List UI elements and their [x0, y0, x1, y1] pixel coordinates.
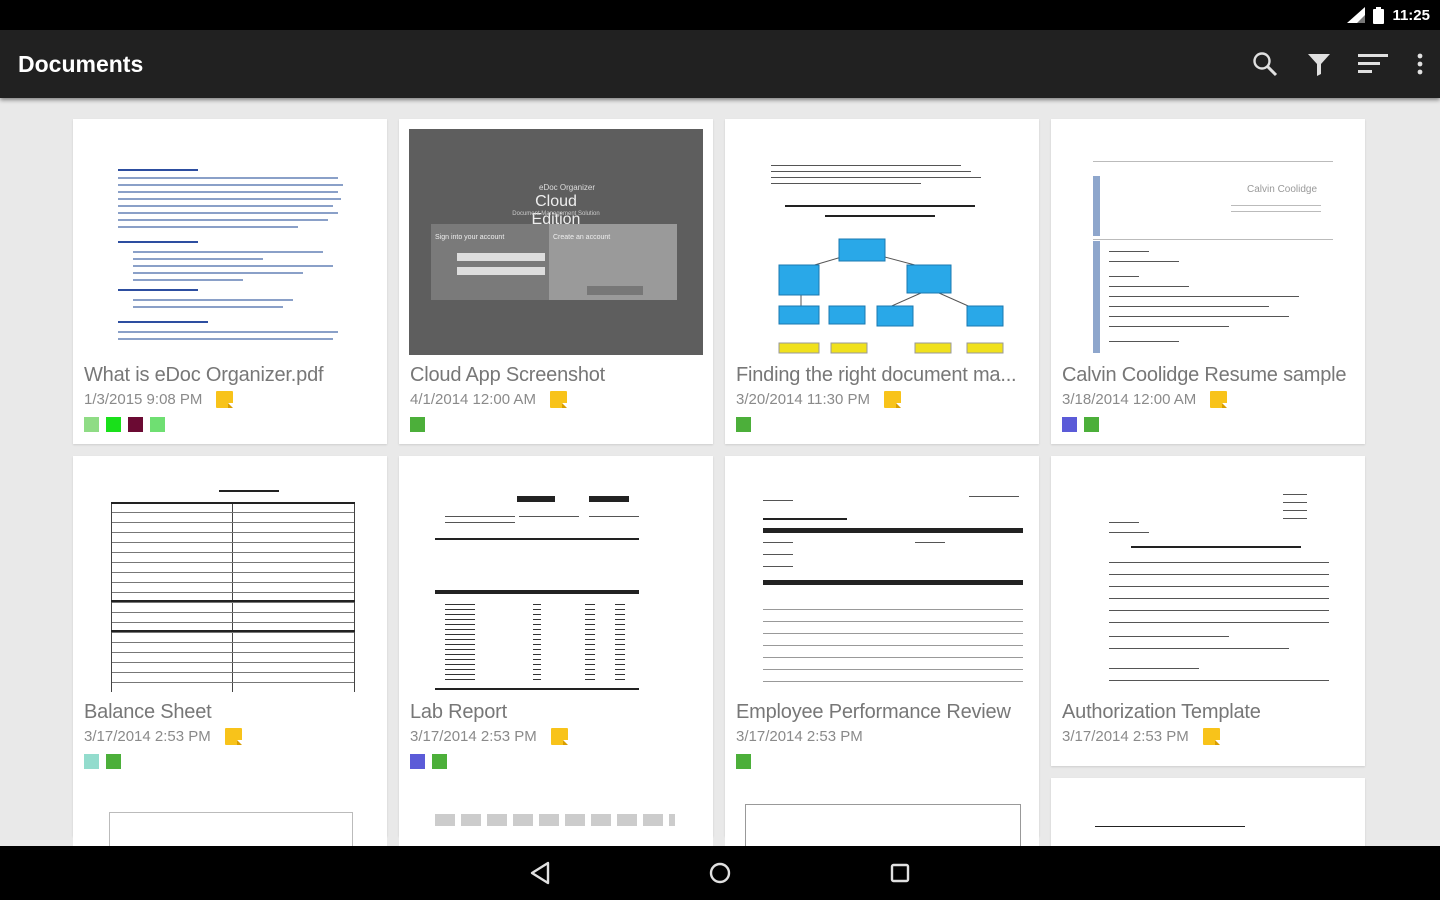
tag-swatch: [150, 417, 165, 432]
document-date: 3/20/2014 11:30 PM: [736, 391, 870, 408]
document-name: Authorization Template: [1062, 701, 1261, 723]
document-card[interactable]: Lab Report 3/17/2014 2:53 PM: [399, 456, 713, 836]
home-icon: [709, 862, 731, 884]
note-icon: [1210, 391, 1228, 408]
document-card-partial[interactable]: [399, 798, 713, 846]
signal-icon: [1347, 7, 1366, 23]
document-card[interactable]: Employee Performance Review 3/17/2014 2:…: [725, 456, 1039, 836]
document-card[interactable]: Finding the right document ma... 3/20/20…: [725, 119, 1039, 444]
document-thumbnail: Calvin Coolidge: [1061, 129, 1355, 355]
sort-icon: [1358, 54, 1388, 73]
page-title: Documents: [18, 50, 144, 77]
document-card-partial[interactable]: [73, 798, 387, 846]
document-thumbnail: [1061, 466, 1355, 692]
status-time: 11:25: [1392, 6, 1430, 24]
search-button[interactable]: [1238, 30, 1292, 98]
document-card[interactable]: Authorization Template 3/17/2014 2:53 PM: [1051, 456, 1365, 766]
tag-swatch: [736, 417, 751, 432]
document-card[interactable]: eDoc Organizer Cloud Edition Document Ma…: [399, 119, 713, 444]
tag-swatch: [432, 754, 447, 769]
status-bar: 11:25: [0, 0, 1440, 30]
back-icon: [530, 861, 550, 885]
document-date: 4/1/2014 12:00 AM: [410, 391, 536, 408]
tag-list: [84, 754, 121, 769]
note-icon: [224, 728, 242, 745]
overflow-menu-button[interactable]: [1400, 30, 1440, 98]
note-icon: [216, 391, 234, 408]
tag-swatch: [1062, 417, 1077, 432]
document-card-partial[interactable]: [1051, 778, 1365, 846]
document-date: 3/17/2014 2:53 PM: [410, 728, 537, 745]
note-icon: [1202, 728, 1220, 745]
tag-swatch: [1084, 417, 1099, 432]
document-thumbnail: [83, 466, 377, 692]
document-name: Calvin Coolidge Resume sample: [1062, 364, 1347, 386]
document-grid: What is eDoc Organizer.pdf 1/3/2015 9:08…: [0, 98, 1440, 846]
app-bar: Documents: [0, 30, 1440, 98]
document-thumbnail: [83, 129, 377, 355]
tag-swatch: [106, 754, 121, 769]
battery-icon: [1373, 6, 1385, 24]
thumb-brand: eDoc Organizer: [539, 183, 596, 192]
overflow-menu-icon: [1417, 53, 1423, 75]
tag-swatch: [106, 417, 121, 432]
tag-list: [1062, 417, 1099, 432]
tag-list: [736, 417, 751, 432]
document-name: Lab Report: [410, 701, 507, 723]
thumb-create: Create an account: [553, 234, 611, 241]
sort-button[interactable]: [1346, 30, 1400, 98]
document-card[interactable]: Calvin Coolidge Calvin Coolidge Resume s…: [1051, 119, 1365, 444]
document-card[interactable]: What is eDoc Organizer.pdf 1/3/2015 9:08…: [73, 119, 387, 444]
home-button[interactable]: [700, 853, 740, 893]
document-name: What is eDoc Organizer.pdf: [84, 364, 324, 386]
tag-swatch: [84, 417, 99, 432]
note-icon: [884, 391, 901, 408]
thumb-header: Calvin Coolidge: [1247, 184, 1318, 195]
document-date: 1/3/2015 9:08 PM: [84, 391, 203, 408]
tag-swatch: [84, 754, 99, 769]
thumb-subtitle: Document Management Solution: [512, 211, 600, 217]
tag-swatch: [128, 417, 143, 432]
note-icon: [550, 728, 568, 745]
document-date: 3/17/2014 2:53 PM: [736, 728, 863, 745]
document-date: 3/17/2014 2:53 PM: [1062, 728, 1189, 745]
note-icon: [549, 391, 567, 408]
document-date: 3/18/2014 12:00 AM: [1062, 391, 1197, 408]
tag-swatch: [410, 417, 425, 432]
document-date: 3/17/2014 2:53 PM: [84, 728, 211, 745]
document-thumbnail: [735, 466, 1029, 692]
back-button[interactable]: [520, 853, 560, 893]
tag-list: [84, 417, 165, 432]
document-name: Balance Sheet: [84, 701, 212, 723]
filter-icon: [1308, 54, 1330, 76]
filter-button[interactable]: [1292, 30, 1346, 98]
document-name: Cloud App Screenshot: [410, 364, 606, 386]
recents-button[interactable]: [880, 853, 920, 893]
document-name: Employee Performance Review: [736, 701, 1011, 723]
recents-icon: [890, 863, 910, 883]
tag-swatch: [736, 754, 751, 769]
thumb-signin: Sign into your account: [435, 234, 505, 241]
document-thumbnail: eDoc Organizer Cloud Edition Document Ma…: [409, 129, 703, 355]
tag-swatch: [410, 754, 425, 769]
document-name: Finding the right document ma...: [736, 364, 1017, 386]
system-nav-bar: [0, 846, 1440, 900]
document-thumbnail: [735, 129, 1029, 355]
document-card-partial[interactable]: [725, 794, 1039, 846]
search-icon: [1253, 52, 1278, 77]
tag-list: [410, 754, 447, 769]
document-card[interactable]: Balance Sheet 3/17/2014 2:53 PM: [73, 456, 387, 836]
tag-list: [410, 417, 425, 432]
document-thumbnail: [409, 466, 703, 692]
tag-list: [736, 754, 751, 769]
